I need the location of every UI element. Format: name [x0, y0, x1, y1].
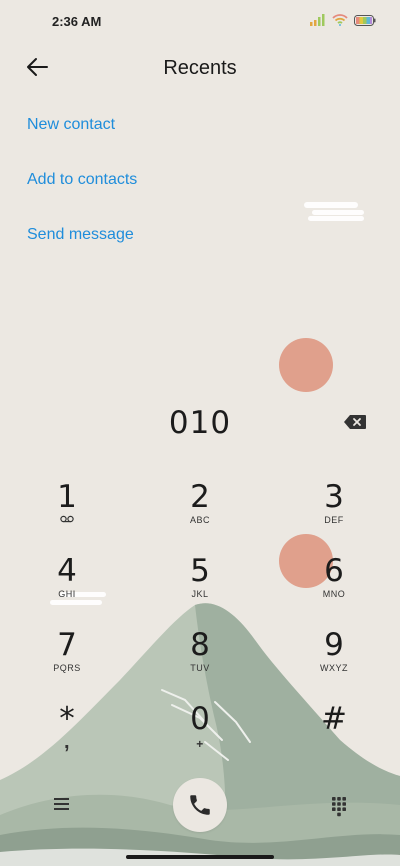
key-7[interactable]: 7 PQRS: [17, 628, 117, 692]
key-hash[interactable]: #: [284, 702, 384, 766]
key-digit: 6: [324, 553, 344, 589]
key-8[interactable]: 8 TUV: [150, 628, 250, 692]
key-digit: 3: [324, 479, 344, 515]
key-letters: MNO: [322, 589, 346, 599]
phone-icon: [190, 795, 210, 815]
key-digit: 7: [57, 627, 77, 663]
key-digit: 4: [57, 553, 77, 589]
key-digit: 9: [324, 627, 344, 663]
key-letters: ABC: [189, 515, 210, 525]
key-digit: 1: [57, 479, 77, 515]
key-letters: ,: [63, 731, 71, 753]
key-1[interactable]: 1: [17, 480, 117, 544]
key-4[interactable]: 4 GHI: [17, 554, 117, 618]
page-title: Recents: [163, 57, 237, 79]
key-2[interactable]: 2 ABC: [150, 480, 250, 544]
key-letters: GHI: [58, 589, 76, 599]
hamburger-menu-icon[interactable]: [50, 794, 74, 814]
send-message-link[interactable]: Send message: [27, 226, 134, 244]
key-letters: DEF: [324, 515, 344, 525]
add-to-contacts-link[interactable]: Add to contacts: [27, 171, 137, 189]
key-letters: TUV: [190, 663, 210, 673]
battery-icon: [354, 14, 376, 26]
key-letters: JKL: [191, 589, 209, 599]
signal-icon: [310, 14, 325, 26]
dialed-number: 010: [168, 405, 232, 441]
key-digit: 8: [190, 627, 210, 663]
key-0[interactable]: 0 +: [150, 702, 250, 766]
new-contact-link[interactable]: New contact: [27, 116, 115, 134]
key-digit: 2: [190, 479, 210, 515]
dialpad-grid-icon[interactable]: [328, 795, 350, 817]
voicemail-icon: [17, 515, 117, 525]
key-3[interactable]: 3 DEF: [284, 480, 384, 544]
home-indicator[interactable]: [126, 855, 274, 859]
key-9[interactable]: 9 WXYZ: [284, 628, 384, 692]
key-digit: #: [321, 701, 347, 737]
key-letters: WXYZ: [320, 663, 348, 673]
call-button[interactable]: [173, 778, 227, 832]
key-letters: PQRS: [53, 663, 81, 673]
status-time: 2:36 AM: [52, 14, 102, 29]
key-letters: +: [196, 737, 204, 751]
wifi-icon: [332, 14, 348, 26]
key-6[interactable]: 6 MNO: [284, 554, 384, 618]
key-star[interactable]: * ,: [17, 702, 117, 766]
key-digit: 5: [190, 553, 210, 589]
key-digit: 0: [190, 701, 210, 737]
backspace-icon[interactable]: [343, 414, 367, 430]
status-icons: [310, 14, 376, 26]
key-5[interactable]: 5 JKL: [150, 554, 250, 618]
